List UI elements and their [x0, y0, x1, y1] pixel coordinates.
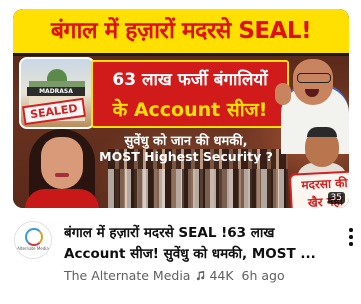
thumbnail-quote: सुवेंधु को जान की धमकी, MOST Highest Sec… — [99, 131, 273, 167]
avatar-label: Alternate Media — [17, 246, 49, 251]
more-vert-icon — [349, 228, 353, 232]
tag-line-1: मदरसा की — [301, 175, 348, 193]
politician-image-2 — [295, 127, 349, 183]
crowd-image-front — [108, 169, 288, 208]
music-note-icon — [197, 270, 205, 281]
video-title-line-1: बंगाल में हज़ारों मदरसे SEAL !63 लाख — [64, 225, 275, 241]
madrasa-sign: MADRASA — [27, 87, 85, 96]
meta-separator — [234, 268, 242, 283]
video-thumbnail[interactable]: बंगाल में हज़ारों मदरसे SEAL! MADRASA SE… — [13, 9, 349, 208]
view-count: 44K — [209, 268, 234, 283]
channel-avatar[interactable]: Alternate Media — [14, 221, 52, 259]
video-title-line-2: Account सीज! सुवेंधु को धमकी, MOST ... — [64, 246, 316, 262]
channel-name[interactable]: The Alternate Media — [64, 268, 190, 283]
presenter-image — [17, 129, 107, 208]
duration-badge: 35 — [327, 192, 345, 204]
thumbnail-headline: बंगाल में हज़ारों मदरसे SEAL! — [50, 18, 312, 44]
thumbnail-headline-banner: बंगाल में हज़ारों मदरसे SEAL! — [13, 9, 349, 56]
quote-line-1: सुवेंधु को जान की धमकी, — [124, 134, 248, 149]
channel-logo-icon — [25, 228, 43, 246]
video-meta: The Alternate Media 44K 6h ago — [64, 268, 285, 283]
quote-line-2: MOST Highest Security ? — [99, 149, 273, 164]
more-options-button[interactable] — [344, 226, 358, 248]
panel-line-2: के Account सीज! — [112, 99, 268, 121]
thumbnail-red-panel: 63 लाख फर्जी बंगालियों के Account सीज! — [91, 60, 289, 128]
upload-age: 6h ago — [241, 268, 285, 283]
panel-line-1: 63 लाख फर्जी बंगालियों — [112, 70, 268, 90]
video-title[interactable]: बंगाल में हज़ारों मदरसे SEAL !63 लाख Acc… — [64, 223, 334, 265]
